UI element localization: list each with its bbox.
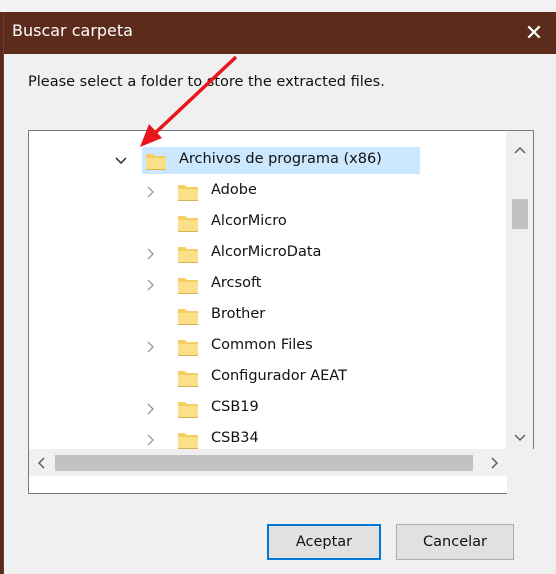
vertical-scrollbar[interactable] xyxy=(506,131,533,449)
tree-item-label: Arcsoft xyxy=(211,275,262,291)
background-strip xyxy=(0,0,556,12)
tree-item[interactable]: CSB34 xyxy=(29,424,507,449)
tree-item[interactable]: Archivos de programa (x86) xyxy=(29,145,507,176)
tree-item-label: AlcorMicro xyxy=(211,213,287,229)
tree-item[interactable]: Common Files xyxy=(29,331,507,362)
scrollbar-corner xyxy=(507,449,534,494)
folder-icon xyxy=(177,398,199,420)
chevron-up-icon xyxy=(513,146,526,154)
chevron-right-icon[interactable] xyxy=(143,432,159,448)
close-button[interactable]: ✕ xyxy=(511,12,556,54)
dialog-title: Buscar carpeta xyxy=(12,21,133,40)
folder-icon xyxy=(177,336,199,358)
folder-icon xyxy=(177,212,199,234)
folder-tree-content: Archivos de programa (x86) Adobe AlcorMicr… xyxy=(29,131,507,449)
chevron-right-icon[interactable] xyxy=(143,401,159,417)
tree-item-label: Adobe xyxy=(211,182,257,198)
folder-icon xyxy=(177,243,199,265)
cancel-button[interactable]: Cancelar xyxy=(396,524,514,560)
folder-icon xyxy=(177,367,199,389)
scroll-right-button[interactable] xyxy=(483,449,507,476)
chevron-left-icon xyxy=(37,456,45,469)
instruction-text: Please select a folder to store the extr… xyxy=(28,74,385,90)
tree-item[interactable]: AlcorMicroData xyxy=(29,238,507,269)
browse-folder-dialog: Buscar carpeta ✕ Please select a folder … xyxy=(3,12,556,574)
vertical-scroll-thumb[interactable] xyxy=(512,199,528,229)
tree-item[interactable]: Adobe xyxy=(29,176,507,207)
tree-item[interactable]: CSB19 xyxy=(29,393,507,424)
folder-icon xyxy=(177,429,199,449)
tree-item-label: Common Files xyxy=(211,337,313,353)
scroll-up-button[interactable] xyxy=(506,139,533,161)
scroll-down-button[interactable] xyxy=(506,427,533,449)
folder-icon xyxy=(145,150,167,172)
folder-tree-view[interactable]: Archivos de programa (x86) Adobe AlcorMicr… xyxy=(28,130,534,494)
tree-item[interactable]: Brother xyxy=(29,300,507,331)
tree-item-label: Configurador AEAT xyxy=(211,368,347,384)
folder-icon xyxy=(177,305,199,327)
horizontal-scroll-thumb[interactable] xyxy=(55,455,473,471)
chevron-right-icon xyxy=(491,456,499,469)
chevron-right-icon[interactable] xyxy=(143,246,159,262)
scroll-left-button[interactable] xyxy=(29,449,53,476)
chevron-down-icon[interactable] xyxy=(113,153,129,169)
close-icon: ✕ xyxy=(524,20,544,46)
tree-item-label: CSB19 xyxy=(211,399,259,415)
folder-icon xyxy=(177,181,199,203)
tree-item-label: Brother xyxy=(211,306,266,322)
chevron-down-icon xyxy=(513,434,526,442)
chevron-right-icon[interactable] xyxy=(143,339,159,355)
folder-icon xyxy=(177,274,199,296)
tree-item[interactable]: Arcsoft xyxy=(29,269,507,300)
tree-item[interactable]: Configurador AEAT xyxy=(29,362,507,393)
tree-item-label: AlcorMicroData xyxy=(211,244,322,260)
chevron-right-icon[interactable] xyxy=(143,277,159,293)
ok-button[interactable]: Aceptar xyxy=(267,524,381,560)
chevron-right-icon[interactable] xyxy=(143,184,159,200)
tree-item-label: Archivos de programa (x86) xyxy=(179,151,382,167)
title-bar[interactable]: Buscar carpeta ✕ xyxy=(4,12,556,54)
tree-item[interactable]: AlcorMicro xyxy=(29,207,507,238)
horizontal-scrollbar[interactable] xyxy=(29,449,507,476)
tree-item-label: CSB34 xyxy=(211,430,259,446)
